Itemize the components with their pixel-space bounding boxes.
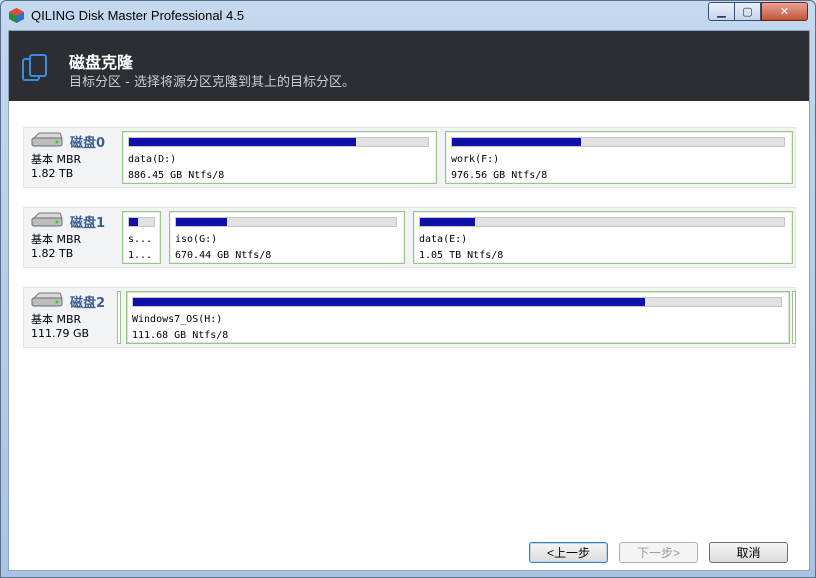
disk-info: 磁盘0 基本 MBR 1.82 TB <box>24 128 119 187</box>
usage-fill <box>420 218 475 226</box>
partition-label: iso(G:) <box>175 234 218 245</box>
disk-size: 1.82 TB <box>31 247 74 260</box>
usage-bar <box>128 217 155 227</box>
partition-info: 111.68 GB Ntfs/8 <box>132 330 229 341</box>
app-window: QILING Disk Master Professional 4.5 ▁ ▢ … <box>0 0 816 578</box>
disk-name: 磁盘1 <box>70 216 106 231</box>
minimize-icon: ▁ <box>717 5 726 18</box>
hard-disk-icon <box>31 292 63 307</box>
partition[interactable]: data(D:) 886.45 GB Ntfs/8 <box>122 131 437 184</box>
usage-fill <box>133 298 645 306</box>
usage-fill <box>129 218 138 226</box>
usage-bar <box>175 217 397 227</box>
window-title: QILING Disk Master Professional 4.5 <box>31 8 245 23</box>
usage-bar <box>132 297 782 307</box>
partition-label: work(F:) <box>451 154 500 165</box>
partition[interactable]: Windows7_OS(H:) 111.68 GB Ntfs/8 <box>126 291 790 344</box>
hard-disk-icon <box>31 212 63 227</box>
close-icon: ✕ <box>779 5 790 18</box>
usage-fill <box>452 138 582 146</box>
maximize-icon: ▢ <box>742 5 753 18</box>
disk-row-1: 磁盘1 基本 MBR 1.82 TB s... 1... iso(G:) 670… <box>23 207 796 268</box>
partition-label: s... <box>128 234 153 245</box>
partition-info: 670.44 GB Ntfs/8 <box>175 250 272 261</box>
disk-row-0: 磁盘0 基本 MBR 1.82 TB data(D:) 886.45 GB Nt… <box>23 127 796 188</box>
disk-type: 基本 MBR <box>31 233 82 246</box>
partition[interactable]: s... 1... <box>122 211 161 264</box>
partition[interactable]: work(F:) 976.56 GB Ntfs/8 <box>445 131 793 184</box>
disk-size: 1.82 TB <box>31 167 74 180</box>
disk-name: 磁盘2 <box>70 296 106 311</box>
partition[interactable]: iso(G:) 670.44 GB Ntfs/8 <box>169 211 405 264</box>
disk-type: 基本 MBR <box>31 153 82 166</box>
usage-bar <box>451 137 785 147</box>
usage-bar <box>419 217 785 227</box>
page-title: 磁盘克隆 <box>69 53 134 72</box>
disk-size: 111.79 GB <box>31 327 90 340</box>
wizard-header: 磁盘克隆 目标分区 - 选择将源分区克隆到其上的目标分区。 <box>9 31 809 101</box>
partition-info: 1.05 TB Ntfs/8 <box>419 250 504 261</box>
usage-fill <box>129 138 357 146</box>
next-button[interactable]: 下一步> <box>619 542 698 563</box>
partition-label: data(D:) <box>128 154 177 165</box>
usage-fill <box>176 218 227 226</box>
partition[interactable]: data(E:) 1.05 TB Ntfs/8 <box>413 211 793 264</box>
disk-name: 磁盘0 <box>70 136 106 151</box>
usage-bar <box>128 137 429 147</box>
page-subtitle: 目标分区 - 选择将源分区克隆到其上的目标分区。 <box>69 75 355 90</box>
partition-info: 976.56 GB Ntfs/8 <box>451 170 548 181</box>
disk-info: 磁盘1 基本 MBR 1.82 TB <box>24 208 119 267</box>
maximize-button[interactable]: ▢ <box>734 2 761 21</box>
disk-clone-icon <box>22 54 47 81</box>
title-bar[interactable]: QILING Disk Master Professional 4.5 ▁ ▢ … <box>1 1 815 31</box>
disk-row-2: 磁盘2 基本 MBR 111.79 GB Windows7_OS(H:) 111… <box>23 287 796 348</box>
cancel-button[interactable]: 取消 <box>709 542 788 563</box>
partition-info: 1... <box>128 250 153 261</box>
app-logo-icon <box>9 8 24 23</box>
minimize-button[interactable]: ▁ <box>708 2 735 21</box>
partition-label: data(E:) <box>419 234 468 245</box>
partition-sliver[interactable] <box>117 291 121 344</box>
disk-info: 磁盘2 基本 MBR 111.79 GB <box>24 288 119 347</box>
wizard-body: 磁盘克隆 目标分区 - 选择将源分区克隆到其上的目标分区。 磁盘0 基本 MBR… <box>8 30 810 571</box>
partition-label: Windows7_OS(H:) <box>132 314 223 325</box>
close-button[interactable]: ✕ <box>761 2 808 21</box>
partition-sliver[interactable] <box>792 291 796 344</box>
hard-disk-icon <box>31 132 63 147</box>
back-button[interactable]: <上一步 <box>529 542 608 563</box>
partition-info: 886.45 GB Ntfs/8 <box>128 170 225 181</box>
disk-type: 基本 MBR <box>31 313 82 326</box>
